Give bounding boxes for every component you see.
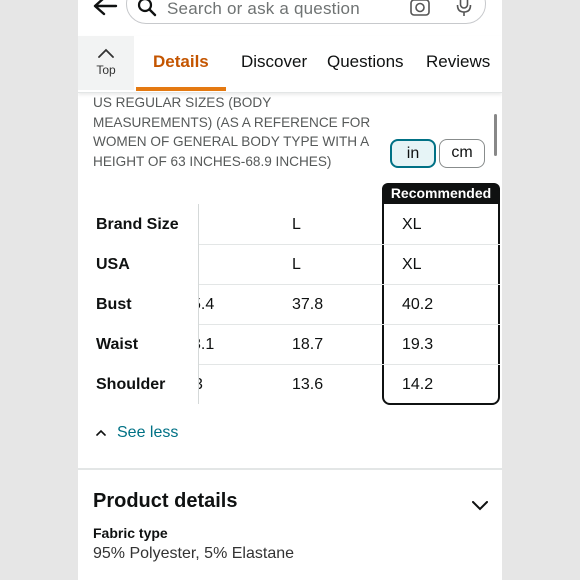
row-divider: [198, 364, 500, 365]
row-label-brand-size: Brand Size: [96, 216, 179, 233]
search-icon: [137, 0, 157, 17]
tab-questions[interactable]: Questions: [327, 52, 404, 72]
section-tab-bar: Top Details Discover Questions Reviews: [78, 36, 502, 93]
row-divider: [198, 324, 500, 325]
camera-lens-icon[interactable]: [409, 0, 431, 17]
chevron-up-icon: [96, 429, 106, 436]
chevron-up-icon: [98, 48, 114, 58]
active-tab-indicator: [136, 87, 226, 91]
table-cell-recommended: 14.2: [402, 376, 434, 393]
see-less-label: See less: [117, 424, 179, 441]
table-cell-recommended: XL: [402, 216, 422, 233]
size-chart-table: Brand Size USA Bust Waist Shoulder 5.4 3…: [78, 204, 502, 406]
table-cell: 18.7: [292, 336, 324, 353]
row-labels-column: Brand Size USA Bust Waist Shoulder: [78, 204, 199, 404]
search-bar[interactable]: Search or ask a question: [126, 0, 486, 24]
table-cell: L: [292, 216, 301, 233]
size-chart-note: US REGULAR SIZES (BODY MEASUREMENTS) (AS…: [93, 95, 371, 169]
fabric-type-value: 95% Polyester, 5% Elastane: [93, 545, 295, 562]
table-cell: 37.8: [292, 296, 324, 313]
unit-in-button[interactable]: in: [390, 139, 436, 168]
scrollbar[interactable]: [494, 114, 497, 156]
product-details-heading[interactable]: Product details: [93, 490, 237, 513]
chevron-down-icon[interactable]: [472, 501, 488, 511]
row-label-waist: Waist: [96, 336, 139, 353]
table-cell-recommended: 19.3: [402, 336, 434, 353]
row-divider: [198, 244, 500, 245]
table-cell-recommended: XL: [402, 256, 422, 273]
unit-cm-button[interactable]: cm: [439, 139, 485, 168]
unit-toggle: in cm: [390, 139, 486, 170]
tab-discover[interactable]: Discover: [241, 52, 307, 72]
row-label-usa: USA: [96, 256, 130, 273]
section-divider: [78, 468, 502, 470]
top-button-label: Top: [96, 63, 116, 77]
product-page: Search or ask a question Top Details Dis…: [78, 0, 502, 580]
back-arrow-icon[interactable]: [92, 0, 118, 18]
row-label-shoulder: Shoulder: [96, 376, 166, 393]
table-cell: 13.6: [292, 376, 324, 393]
table-cell-recommended: 40.2: [402, 296, 434, 313]
fabric-type-label: Fabric type: [93, 525, 168, 541]
search-input[interactable]: Search or ask a question: [167, 0, 360, 19]
table-cell: L: [292, 256, 301, 273]
tab-details[interactable]: Details: [153, 52, 209, 72]
scroll-to-top-button[interactable]: Top: [78, 36, 134, 90]
tab-reviews[interactable]: Reviews: [426, 52, 490, 72]
microphone-icon[interactable]: [455, 0, 473, 17]
row-label-bust: Bust: [96, 296, 132, 313]
row-divider: [198, 284, 500, 285]
